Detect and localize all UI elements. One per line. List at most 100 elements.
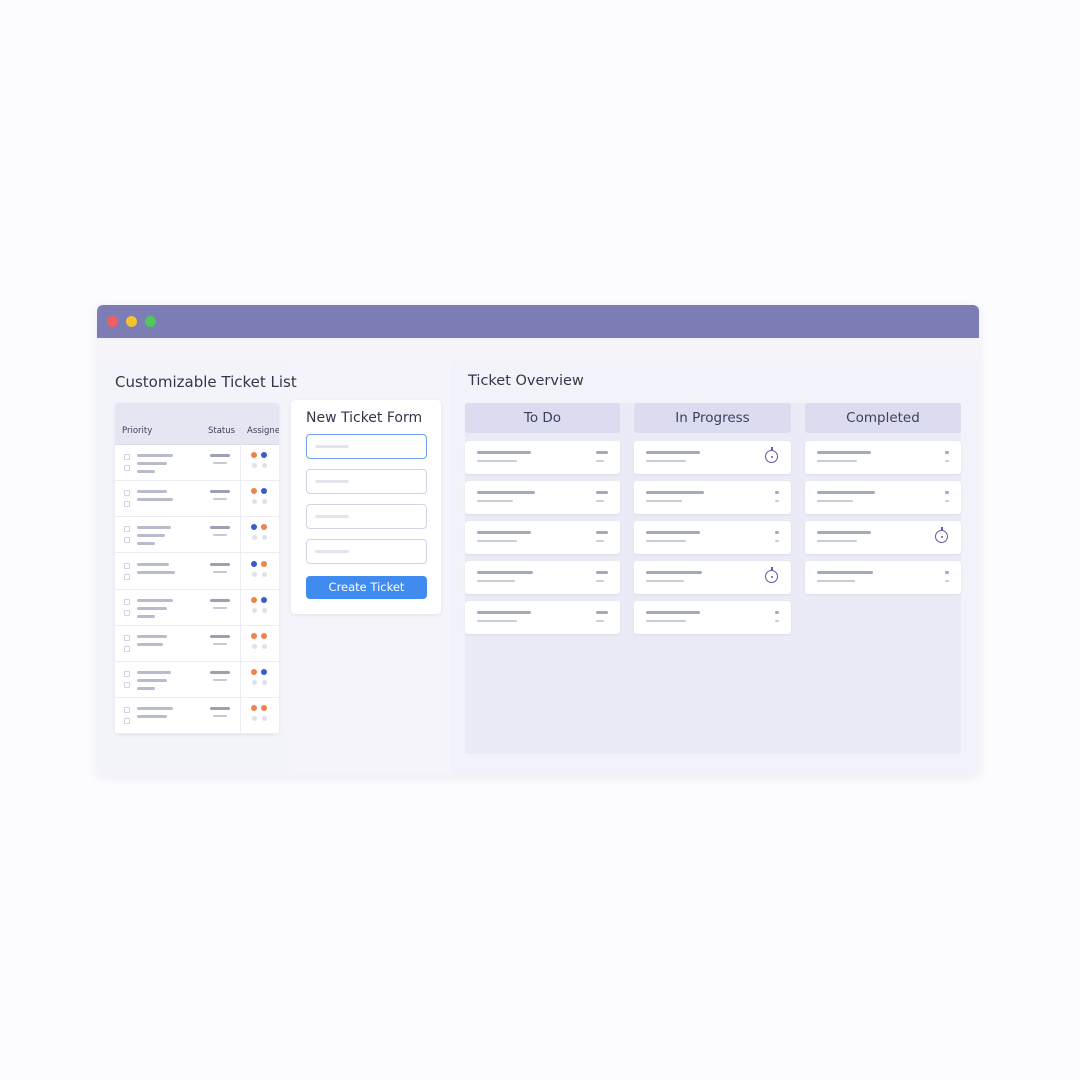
card-title-text bbox=[817, 451, 871, 454]
card-meta-text bbox=[477, 460, 517, 462]
assignee-avatar bbox=[251, 524, 257, 531]
card-title-text bbox=[817, 491, 875, 494]
ticket-card[interactable] bbox=[465, 441, 620, 474]
status-text bbox=[210, 454, 230, 457]
card-side-text bbox=[596, 620, 604, 622]
timer-icon[interactable] bbox=[935, 527, 948, 543]
row-checkbox[interactable] bbox=[124, 501, 130, 508]
close-window-button[interactable] bbox=[107, 316, 118, 327]
row-checkbox[interactable] bbox=[124, 573, 130, 580]
ticket-assignee-field[interactable] bbox=[306, 539, 427, 564]
assignee-avatar bbox=[261, 669, 267, 676]
row-checkbox[interactable] bbox=[124, 671, 130, 678]
ticket-row[interactable] bbox=[115, 661, 279, 699]
ticket-card[interactable] bbox=[465, 481, 620, 514]
ticket-card[interactable] bbox=[634, 601, 791, 634]
row-checkbox[interactable] bbox=[124, 537, 130, 544]
card-meta-text bbox=[477, 540, 517, 542]
ticket-card[interactable] bbox=[465, 521, 620, 554]
ticket-card[interactable] bbox=[634, 521, 791, 554]
assignee-placeholder bbox=[252, 680, 257, 686]
ticket-table-header: Priority Status Assignee bbox=[115, 403, 279, 445]
ticket-title-field[interactable] bbox=[306, 434, 427, 459]
ticket-text bbox=[137, 462, 167, 465]
column-header-in-progress[interactable]: In Progress bbox=[634, 403, 791, 433]
assignee-placeholder bbox=[262, 644, 267, 649]
assignee-placeholder bbox=[252, 463, 257, 468]
ticket-card[interactable] bbox=[634, 481, 791, 514]
status-subtext bbox=[213, 498, 227, 501]
create-ticket-button[interactable]: Create Ticket bbox=[306, 576, 427, 599]
status-text bbox=[210, 671, 230, 675]
column-header-status[interactable]: Status bbox=[208, 426, 235, 436]
ticket-row[interactable] bbox=[115, 589, 279, 626]
ticket-priority-field[interactable] bbox=[306, 504, 427, 529]
column-header-priority[interactable]: Priority bbox=[122, 426, 152, 436]
ticket-row[interactable] bbox=[115, 444, 279, 481]
form-title: New Ticket Form bbox=[306, 410, 423, 426]
ticket-description-field[interactable] bbox=[306, 469, 427, 494]
assignee-placeholder bbox=[262, 680, 267, 686]
row-checkbox[interactable] bbox=[124, 707, 130, 714]
row-checkbox[interactable] bbox=[124, 718, 130, 725]
minimize-window-button[interactable] bbox=[126, 316, 137, 327]
card-title-text bbox=[646, 491, 704, 494]
ticket-row[interactable] bbox=[115, 697, 279, 734]
card-side-text bbox=[945, 491, 949, 494]
card-side-text bbox=[945, 580, 949, 582]
row-checkbox[interactable] bbox=[124, 526, 130, 533]
card-side-text bbox=[596, 451, 608, 454]
ticket-row[interactable] bbox=[115, 480, 279, 518]
card-meta-text bbox=[477, 580, 515, 582]
timer-icon[interactable] bbox=[765, 567, 778, 583]
assignee-avatar bbox=[261, 596, 267, 603]
row-checkbox[interactable] bbox=[124, 609, 130, 616]
ticket-row[interactable] bbox=[115, 553, 279, 590]
overview-title: Ticket Overview bbox=[468, 373, 584, 389]
ticket-card[interactable] bbox=[465, 601, 620, 634]
column-header-completed[interactable]: Completed bbox=[805, 403, 961, 433]
card-title-text bbox=[477, 491, 535, 494]
assignee-avatar bbox=[261, 705, 267, 712]
card-title-text bbox=[817, 531, 871, 534]
assignee-placeholder bbox=[252, 499, 257, 505]
row-checkbox[interactable] bbox=[124, 646, 130, 652]
app-window: Customizable Ticket List Priority Status… bbox=[97, 305, 979, 775]
status-subtext bbox=[213, 534, 227, 537]
timer-icon[interactable] bbox=[765, 447, 778, 463]
ticket-card[interactable] bbox=[805, 521, 961, 554]
column-header-assignee[interactable]: Assignee bbox=[247, 426, 279, 436]
ticket-card[interactable] bbox=[805, 481, 961, 514]
assignee-placeholder bbox=[252, 644, 257, 649]
ticket-card[interactable] bbox=[805, 561, 961, 594]
status-subtext bbox=[213, 643, 227, 645]
row-checkbox[interactable] bbox=[124, 682, 130, 689]
card-side-text bbox=[945, 460, 949, 462]
maximize-window-button[interactable] bbox=[145, 316, 156, 327]
title-bar bbox=[97, 305, 979, 338]
ticket-row[interactable] bbox=[115, 516, 279, 554]
ticket-card[interactable] bbox=[465, 561, 620, 594]
column-header-to-do[interactable]: To Do bbox=[465, 403, 620, 433]
row-checkbox[interactable] bbox=[124, 562, 130, 569]
row-checkbox[interactable] bbox=[124, 454, 130, 460]
row-checkbox[interactable] bbox=[124, 490, 130, 497]
row-checkbox[interactable] bbox=[124, 635, 130, 641]
row-checkbox[interactable] bbox=[124, 465, 130, 471]
assignee-avatar bbox=[251, 705, 257, 712]
card-side-text bbox=[596, 531, 608, 534]
ticket-row[interactable] bbox=[115, 625, 279, 662]
ticket-card[interactable] bbox=[634, 441, 791, 474]
status-subtext bbox=[213, 715, 227, 718]
ticket-card[interactable] bbox=[634, 561, 791, 594]
card-side-text bbox=[596, 611, 608, 614]
assignee-placeholder bbox=[262, 463, 267, 468]
assignee-avatar bbox=[251, 488, 257, 495]
ticket-text bbox=[137, 643, 163, 646]
row-checkbox[interactable] bbox=[124, 598, 130, 605]
ticket-text bbox=[137, 687, 155, 691]
assignee-avatar bbox=[251, 669, 257, 676]
ticket-card[interactable] bbox=[805, 441, 961, 474]
status-text bbox=[210, 707, 230, 711]
field-placeholder bbox=[315, 550, 349, 553]
